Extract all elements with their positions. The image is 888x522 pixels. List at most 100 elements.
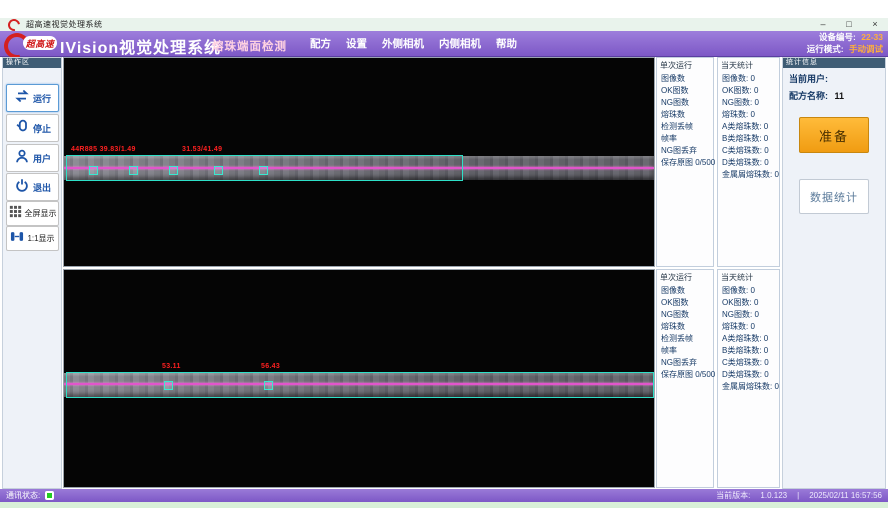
status-separator: | xyxy=(797,491,799,500)
menu-item[interactable]: 内侧相机 xyxy=(439,36,481,51)
statistics-info-panel: 统计信息 当前用户: 配方名称: 11 准备 数据统计 xyxy=(782,57,886,489)
user-button[interactable]: 用户 xyxy=(6,144,59,172)
single-run-group: 单次运行 图像数OK图数NG图数熔珠数检测丢帧帧率NG图丢弃保存原图 0/500 xyxy=(656,269,714,488)
current-user-line: 当前用户: xyxy=(783,68,885,85)
taskbar-strip xyxy=(0,502,888,508)
data-statistics-button[interactable]: 数据统计 xyxy=(799,179,869,214)
brand-badge: 超高速 xyxy=(23,36,57,50)
detection-box xyxy=(264,381,273,390)
stat-row: NG图数: 0 xyxy=(718,309,779,321)
stat-row: 金属屑熔珠数: 0 xyxy=(718,381,779,393)
menu-item[interactable]: 配方 xyxy=(310,36,331,51)
daily-stats-rows: 图像数: 0OK图数: 0NG图数: 0熔珠数: 0A类熔珠数: 0B类熔珠数:… xyxy=(718,285,779,393)
stat-row: A类熔珠数: 0 xyxy=(718,333,779,345)
daily-stats-title: 当天统计 xyxy=(718,270,779,285)
stat-row: C类熔珠数: 0 xyxy=(718,357,779,369)
daily-stats-group: 当天统计 图像数: 0OK图数: 0NG图数: 0熔珠数: 0A类熔珠数: 0B… xyxy=(717,57,780,267)
measurement-annotation: 53.11 xyxy=(162,363,181,370)
menu-item[interactable]: 设置 xyxy=(346,36,367,51)
stat-row: 熔珠数 xyxy=(657,109,713,121)
stat-row: 金属屑熔珠数: 0 xyxy=(718,169,779,181)
version-label: 当前版本: xyxy=(716,490,750,501)
app-title: IVision视觉处理系统 xyxy=(60,34,221,58)
stat-row: 检测丢帧 xyxy=(657,121,713,133)
stat-row: 熔珠数 xyxy=(657,321,713,333)
statistics-info-title: 统计信息 xyxy=(783,58,885,68)
detection-box xyxy=(164,381,173,390)
single-run-rows: 图像数OK图数NG图数熔珠数检测丢帧帧率NG图丢弃保存原图 0/500 xyxy=(657,285,713,381)
detection-box xyxy=(169,166,178,175)
comm-status-label: 通讯状态: xyxy=(6,490,40,501)
status-bar-right: 当前版本: 1.0.123 | 2025/02/11 16:57:56 xyxy=(716,489,882,502)
stop-button[interactable]: 停止 xyxy=(6,114,59,142)
stat-row: 保存原图 0/500 xyxy=(657,369,713,381)
minimize-button[interactable]: – xyxy=(816,18,830,31)
current-user-label: 当前用户: xyxy=(789,74,828,84)
detection-box xyxy=(214,166,223,175)
run-mode-line: 运行模式: 手动调试 xyxy=(807,44,883,56)
version-value: 1.0.123 xyxy=(760,491,787,500)
stat-row: 图像数 xyxy=(657,73,713,85)
single-run-title: 单次运行 xyxy=(657,58,713,73)
run-button-label: 运行 xyxy=(33,92,51,105)
app-header: 超高速 IVision视觉处理系统 熔珠端面检测 配方设置外侧相机内侧相机帮助 … xyxy=(0,31,888,57)
stat-row: 熔珠数: 0 xyxy=(718,321,779,333)
stat-row: 图像数: 0 xyxy=(718,73,779,85)
single-run-rows: 图像数OK图数NG图数熔珠数检测丢帧帧率NG图丢弃保存原图 0/500 xyxy=(657,73,713,169)
stat-row: NG图丢弃 xyxy=(657,357,713,369)
prepare-button[interactable]: 准备 xyxy=(799,117,869,153)
fullscreen-button-label: 全屏显示 xyxy=(25,208,57,219)
detection-roi-box xyxy=(66,372,654,398)
exit-button[interactable]: 退出 xyxy=(6,173,59,201)
single-run-group: 单次运行 图像数OK图数NG图数熔珠数检测丢帧帧率NG图丢弃保存原图 0/500 xyxy=(656,57,714,267)
maximize-button[interactable]: □ xyxy=(842,18,856,31)
stat-row: 保存原图 0/500 xyxy=(657,157,713,169)
measurement-annotation: 56.43 xyxy=(261,363,280,370)
stat-row: OK图数 xyxy=(657,297,713,309)
stat-row: OK图数 xyxy=(657,85,713,97)
single-run-title: 单次运行 xyxy=(657,270,713,285)
device-number-value: 22-33 xyxy=(861,32,883,42)
user-icon xyxy=(14,148,30,169)
operation-panel-title: 操作区 xyxy=(3,58,61,68)
application-window: 超高速视觉处理系统 – □ × 超高速 IVision视觉处理系统 熔珠端面检测… xyxy=(0,0,888,522)
stop-button-label: 停止 xyxy=(33,122,51,135)
datetime-value: 2025/02/11 16:57:56 xyxy=(809,491,882,500)
stat-row: A类熔珠数: 0 xyxy=(718,121,779,133)
menu-item[interactable]: 外侧相机 xyxy=(382,36,424,51)
stat-row: NG图丢弃 xyxy=(657,145,713,157)
device-info: 设备编号: 22-33 运行模式: 手动调试 xyxy=(807,32,883,55)
menu-item[interactable]: 帮助 xyxy=(496,36,517,51)
stat-row: 检测丢帧 xyxy=(657,333,713,345)
stat-row: C类熔珠数: 0 xyxy=(718,145,779,157)
stat-row: OK图数: 0 xyxy=(718,297,779,309)
one-to-one-icon xyxy=(10,230,24,248)
recipe-value: 11 xyxy=(835,91,845,101)
stat-row: NG图数 xyxy=(657,309,713,321)
stat-row: D类熔珠数: 0 xyxy=(718,157,779,169)
app-subtitle: 熔珠端面检测 xyxy=(212,38,287,54)
hand-stop-icon xyxy=(14,118,30,139)
detection-box xyxy=(259,166,268,175)
stat-row: B类熔珠数: 0 xyxy=(718,133,779,145)
close-button[interactable]: × xyxy=(868,18,882,31)
fullscreen-button[interactable]: 全屏显示 xyxy=(6,201,59,226)
stat-row: 熔珠数: 0 xyxy=(718,109,779,121)
operation-panel: 操作区 运行 停止 用户 xyxy=(2,57,62,489)
user-button-label: 用户 xyxy=(33,152,51,165)
run-mode-label: 运行模式: xyxy=(807,44,844,54)
stats-panel-bottom: 单次运行 图像数OK图数NG图数熔珠数检测丢帧帧率NG图丢弃保存原图 0/500… xyxy=(656,269,780,488)
stat-row: D类熔珠数: 0 xyxy=(718,369,779,381)
daily-stats-group: 当天统计 图像数: 0OK图数: 0NG图数: 0熔珠数: 0A类熔珠数: 0B… xyxy=(717,269,780,488)
stat-row: 图像数: 0 xyxy=(718,285,779,297)
window-controls: – □ × xyxy=(816,18,882,31)
run-mode-value: 手动调试 xyxy=(849,44,883,54)
one-to-one-button[interactable]: 1:1显示 xyxy=(6,226,59,251)
comm-status-indicator xyxy=(45,491,54,500)
exit-button-label: 退出 xyxy=(33,181,51,194)
detection-box xyxy=(129,166,138,175)
recipe-label: 配方名称: xyxy=(789,91,828,101)
run-button[interactable]: 运行 xyxy=(6,84,59,112)
stat-row: 帧率 xyxy=(657,133,713,145)
stat-row: NG图数: 0 xyxy=(718,97,779,109)
